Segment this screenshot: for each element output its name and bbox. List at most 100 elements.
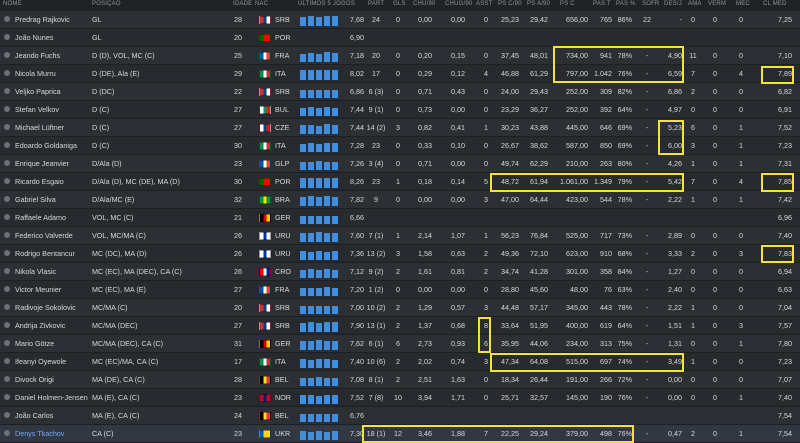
cell-verm: 0: [713, 69, 717, 78]
info-icon[interactable]: [4, 178, 10, 184]
table-row[interactable]: Andrija Zivkovic MC/MA (DEC) 27 SRB 7,90 13 (…: [0, 317, 800, 335]
table-row[interactable]: Radivoje Sokolovic MC/MA (C) 20 SRB 7,00 10 (…: [0, 299, 800, 317]
table-row[interactable]: Ifeanyi Oyewole MC (EC)/MA, CA (C) 17 ITA 7,…: [0, 353, 800, 371]
header-clmed[interactable]: CL MED: [763, 1, 787, 7]
form-bar: [324, 252, 330, 260]
cell-pst: 646: [600, 123, 612, 132]
table-row[interactable]: Raffaele Adamo VOL, MC (C) 21 GER 6,66 6,96: [0, 209, 800, 227]
cell-ast: 1: [484, 123, 488, 132]
header-last5[interactable]: ÚLTIMOS 5 JOGOS: [298, 1, 355, 7]
cell-psa90: 41,28: [530, 267, 548, 276]
table-row[interactable]: Nikola Vlasic MC (EC), MA (DEC), CA (C) 26…: [0, 263, 800, 281]
info-icon[interactable]: [4, 376, 10, 382]
info-icon[interactable]: [4, 286, 10, 292]
cell-clmed: 7,54: [778, 411, 792, 420]
cell-nat: BEL: [275, 411, 289, 420]
header-pspct[interactable]: PAS %: [616, 1, 636, 7]
cell-nat: ITA: [275, 69, 286, 78]
cell-clmed: 7,40: [778, 393, 792, 402]
cell-clmed: 6,82: [778, 87, 792, 96]
table-row[interactable]: Federico Valverde VOL, MC/MA (C) 26 URU 7,60…: [0, 227, 800, 245]
info-icon[interactable]: [4, 160, 10, 166]
cell-ama: 0: [691, 339, 695, 348]
table-row[interactable]: João Nunes GL 20 POR 6,90: [0, 29, 800, 47]
header-assists[interactable]: ASST: [476, 1, 492, 7]
header-verm[interactable]: VERM: [708, 1, 726, 7]
table-row[interactable]: Rodrigo Bentancur MC (DC), MA (D) 26 URU 7,3…: [0, 245, 800, 263]
header-psc90[interactable]: PS C/90: [498, 1, 522, 7]
cell-age: 27: [234, 321, 242, 330]
info-icon[interactable]: [4, 124, 10, 130]
info-icon[interactable]: [4, 304, 10, 310]
table-row[interactable]: Enrique Jeanvier D/Ala (D) 23 GLP 7,26 3 (4) 0…: [0, 155, 800, 173]
cell-mec: 1: [739, 141, 743, 150]
header-pst[interactable]: PAS T: [593, 1, 611, 7]
table-row[interactable]: Jeando Fuchs D (D), VOL, MC (C) 25 FRA 7,18 2…: [0, 47, 800, 65]
info-icon[interactable]: [4, 70, 10, 76]
info-icon[interactable]: [4, 214, 10, 220]
table-row[interactable]: Denys Tkachov CA (C) 23 UKR 7,30 18 (1) 12 3,46…: [0, 425, 800, 443]
header-name[interactable]: NOME: [3, 1, 22, 7]
info-icon[interactable]: [4, 412, 10, 418]
info-icon[interactable]: [4, 142, 10, 148]
info-icon[interactable]: [4, 196, 10, 202]
header-nationality[interactable]: NAC: [255, 1, 268, 7]
table-row[interactable]: Stefan Velkov D (C) 27 BUL 7,44 9 (1) 0 0,73 0,0…: [0, 101, 800, 119]
header-psa90[interactable]: PS A/90: [527, 1, 550, 7]
info-icon[interactable]: [4, 268, 10, 274]
form-bar: [300, 178, 306, 188]
info-icon[interactable]: [4, 250, 10, 256]
info-icon[interactable]: [4, 322, 10, 328]
cell-psc90: 23,29: [501, 105, 519, 114]
header-age[interactable]: IDADE: [233, 1, 252, 7]
cell-sot90: [440, 209, 465, 226]
table-row[interactable]: Mario Götze MC/MA (DEC), CA (C) 31 GER 7,62 6…: [0, 335, 800, 353]
table-row[interactable]: Veljko Paprica D (DC) 22 SRB 6,86 6 (3) 0 0,71 0…: [0, 83, 800, 101]
header-desj[interactable]: DES/J: [664, 1, 682, 7]
table-row[interactable]: Predrag Rajkovic GL 28 SRB 7,68 24 0 0,00 0,00 0 2…: [0, 11, 800, 29]
table-row[interactable]: Nicola Murru D (DE), Ala (E) 29 ITA 8,02 17 0 0…: [0, 65, 800, 83]
header-psc[interactable]: PS C: [560, 1, 575, 7]
header-shots90[interactable]: CHU/90: [413, 1, 436, 7]
cell-desj: [660, 407, 682, 424]
table-row[interactable]: João Carlos MA (E), CA (C) 24 BEL 6,76 7,54: [0, 407, 800, 425]
header-ama[interactable]: AMA: [688, 1, 702, 7]
table-row[interactable]: Edoardo Goldaniga D (C) 30 ITA 7,28 23 0 0,33 0,…: [0, 137, 800, 155]
cell-ama: 3: [691, 141, 695, 150]
info-icon[interactable]: [4, 430, 10, 436]
flag-icon: [259, 304, 271, 312]
cell-shots90: 0,00: [418, 195, 432, 204]
cell-ama: 0: [691, 105, 695, 114]
table-row[interactable]: Ricardo Esgaio D/Ala (D), MC (DE), MA (D)…: [0, 173, 800, 191]
cell-psc: 345,00: [566, 303, 588, 312]
info-icon[interactable]: [4, 88, 10, 94]
cell-verm: 0: [713, 321, 717, 330]
table-row[interactable]: Victor Meunier MC (EC), MA (E) 27 FRA 7,20 1 …: [0, 281, 800, 299]
last5-form-bars: [300, 392, 344, 404]
header-mec[interactable]: MEC: [736, 1, 750, 7]
cell-ast: 7: [484, 429, 488, 438]
info-icon[interactable]: [4, 16, 10, 22]
form-bar: [300, 17, 306, 26]
info-icon[interactable]: [4, 106, 10, 112]
info-icon[interactable]: [4, 52, 10, 58]
header-apps[interactable]: PART: [368, 1, 384, 7]
cell-verm: 0: [713, 339, 717, 348]
info-icon[interactable]: [4, 340, 10, 346]
header-sofr[interactable]: SOFR: [642, 1, 659, 7]
info-icon[interactable]: [4, 232, 10, 238]
header-goals[interactable]: GLS: [393, 1, 406, 7]
cell-pspct: 79%: [617, 177, 632, 186]
table-row[interactable]: Michael Lüftner D (C) 27 CZE 7,44 14 (2) 3 0,82…: [0, 119, 800, 137]
info-icon[interactable]: [4, 358, 10, 364]
header-position[interactable]: POSIÇÃO: [92, 1, 121, 7]
table-row[interactable]: Daniel Holmen-Jensen MA (E), CA (C) 23 NOR 7…: [0, 389, 800, 407]
cell-pst: 443: [600, 303, 612, 312]
info-icon[interactable]: [4, 34, 10, 40]
info-icon[interactable]: [4, 394, 10, 400]
cell-sofr: -: [645, 141, 649, 150]
table-row[interactable]: Divock Origi MA (DE), CA (C) 28 BEL 7,08 8 (1…: [0, 371, 800, 389]
table-row[interactable]: Gabriel Silva D/Ala/MC (E) 32 BRA 7,82 9 0 0,00…: [0, 191, 800, 209]
header-sot90[interactable]: CHUG/90: [445, 1, 472, 7]
cell-sofr: -: [645, 51, 649, 60]
